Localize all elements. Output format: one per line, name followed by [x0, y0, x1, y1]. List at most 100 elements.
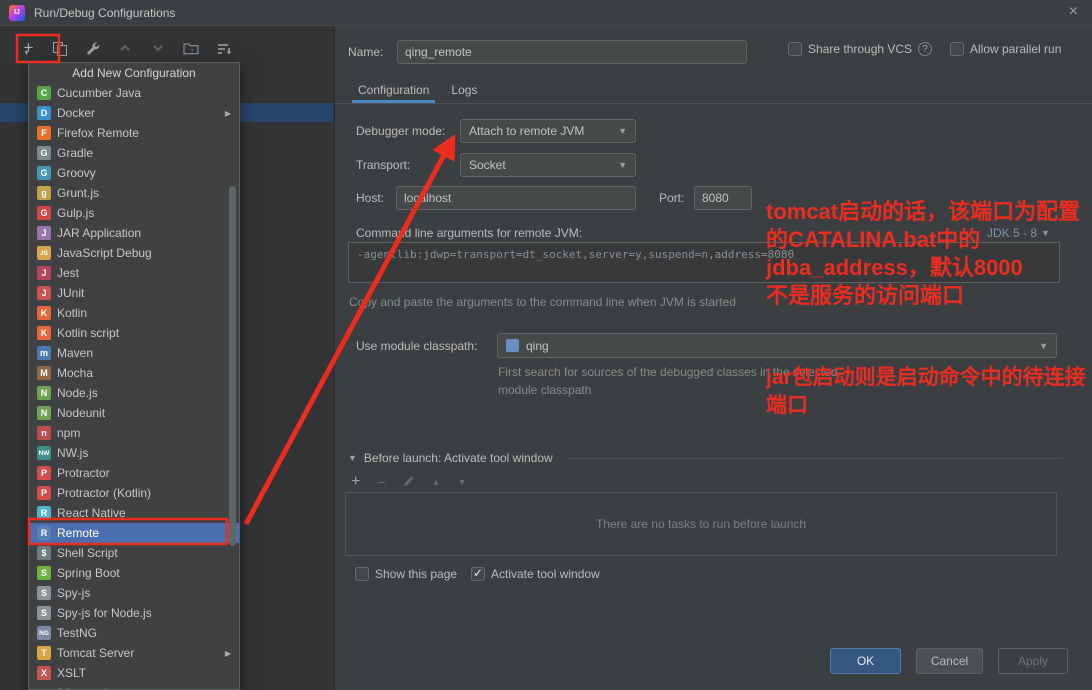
collapse-icon[interactable]: ▼	[348, 453, 357, 463]
jvm-args-value: -agentlib:jdwp=transport=dt_socket,serve…	[357, 248, 794, 261]
config-type-mocha[interactable]: MMocha	[29, 363, 239, 383]
before-launch-title: Before launch: Activate tool window	[364, 451, 553, 465]
divider	[566, 458, 1062, 459]
config-type-firefox-remote[interactable]: FFirefox Remote	[29, 123, 239, 143]
activate-tool-window-checkbox[interactable]	[471, 567, 485, 581]
move-down-button[interactable]	[148, 38, 168, 58]
config-type-docker[interactable]: DDocker▶	[29, 103, 239, 123]
allow-parallel-checkbox[interactable]	[950, 42, 964, 56]
jvm-args-field[interactable]: -agentlib:jdwp=transport=dt_socket,serve…	[348, 242, 1060, 283]
config-type-label: Nodeunit	[57, 406, 105, 420]
config-type-label: Jest	[57, 266, 79, 280]
config-type-label: Protractor	[57, 466, 110, 480]
config-type-kotlin[interactable]: KKotlin	[29, 303, 239, 323]
config-type-nw-js[interactable]: NWNW.js	[29, 443, 239, 463]
jdk-version-select[interactable]: JDK 5 - 8 ▼	[987, 226, 1050, 240]
task-down-button[interactable]: ▼	[457, 477, 466, 487]
edit-task-button[interactable]	[403, 474, 415, 490]
tab-configuration[interactable]: Configuration	[347, 78, 440, 103]
spring-boot-icon: S	[37, 566, 51, 580]
share-vcs-group[interactable]: Share through VCS ?	[788, 42, 932, 56]
activate-tool-window-group[interactable]: Activate tool window	[471, 567, 600, 581]
add-configuration-button[interactable]: +▾	[16, 38, 36, 58]
show-this-page-group[interactable]: Show this page	[355, 567, 457, 581]
dialog-title: Run/Debug Configurations	[34, 6, 175, 20]
config-type-label: XSLT	[57, 666, 86, 680]
config-type-xslt[interactable]: X XSLT	[29, 663, 239, 683]
config-type-grunt-js[interactable]: gGrunt.js	[29, 183, 239, 203]
maven-icon: m	[37, 346, 51, 360]
config-type-label: JavaScript Debug	[57, 246, 152, 260]
config-type-label: Grunt.js	[57, 186, 99, 200]
ok-button[interactable]: OK	[830, 648, 901, 674]
config-type-jar-application[interactable]: JJAR Application	[29, 223, 239, 243]
config-type-react-native[interactable]: RReact Native	[29, 503, 239, 523]
config-type-spring-boot[interactable]: SSpring Boot	[29, 563, 239, 583]
transport-select[interactable]: Socket ▼	[460, 153, 636, 177]
config-type-list: CCucumber JavaDDocker▶FFirefox RemoteGGr…	[29, 83, 239, 683]
config-type-protractor[interactable]: PProtractor	[29, 463, 239, 483]
port-input[interactable]	[694, 186, 752, 210]
config-type-shell-script[interactable]: $Shell Script	[29, 543, 239, 563]
task-up-button[interactable]: ▲	[432, 477, 441, 487]
add-task-button[interactable]: +	[351, 473, 360, 491]
protractor-kotlin-icon: P	[37, 486, 51, 500]
configuration-editor: Name: Share through VCS ? Allow parallel…	[335, 26, 1092, 690]
move-up-button[interactable]	[115, 38, 135, 58]
config-type-label: React Native	[57, 506, 126, 520]
config-type-protractor-kotlin[interactable]: PProtractor (Kotlin)	[29, 483, 239, 503]
remove-task-button[interactable]: −	[377, 474, 385, 490]
chevron-down-icon	[152, 42, 164, 54]
config-type-jest[interactable]: JJest	[29, 263, 239, 283]
share-vcs-checkbox[interactable]	[788, 42, 802, 56]
sort-configurations-button[interactable]	[214, 38, 234, 58]
config-type-javascript-debug[interactable]: JS JavaScript Debug	[29, 243, 239, 263]
config-type-node-js[interactable]: NNode.js	[29, 383, 239, 403]
help-icon[interactable]: ?	[918, 42, 932, 56]
config-type-junit[interactable]: JJUnit	[29, 283, 239, 303]
jdk-version-value: JDK 5 - 8	[987, 226, 1037, 240]
config-type-label: Cucumber Java	[57, 86, 141, 100]
port-label: Port:	[659, 191, 684, 205]
config-type-spy-js[interactable]: SSpy-js	[29, 583, 239, 603]
config-type-gradle[interactable]: GGradle	[29, 143, 239, 163]
cancel-button[interactable]: Cancel	[916, 648, 983, 674]
config-type-spy-js-for-node-js[interactable]: SSpy-js for Node.js	[29, 603, 239, 623]
allow-parallel-group[interactable]: Allow parallel run	[950, 42, 1061, 56]
more-items[interactable]: 26 more items...	[29, 683, 239, 690]
config-type-gulp-js[interactable]: GGulp.js	[29, 203, 239, 223]
javascript-debug-icon: JS	[37, 246, 51, 260]
close-icon[interactable]: ×	[1069, 3, 1078, 21]
host-input[interactable]	[396, 186, 636, 210]
name-input[interactable]	[397, 40, 747, 64]
config-type-label: Remote	[57, 526, 99, 540]
config-type-cucumber-java[interactable]: CCucumber Java	[29, 83, 239, 103]
tab-logs[interactable]: Logs	[440, 78, 488, 103]
config-type-testng[interactable]: NGTestNG	[29, 623, 239, 643]
add-new-configuration-popup: Add New Configuration CCucumber JavaDDoc…	[28, 62, 240, 690]
edit-templates-button[interactable]	[82, 38, 102, 58]
show-this-page-label: Show this page	[375, 567, 457, 581]
config-type-npm[interactable]: nnpm	[29, 423, 239, 443]
config-type-tomcat-server[interactable]: TTomcat Server▶	[29, 643, 239, 663]
module-classpath-select[interactable]: qing ▼	[497, 333, 1057, 358]
config-type-label: Node.js	[57, 386, 98, 400]
config-type-nodeunit[interactable]: NNodeunit	[29, 403, 239, 423]
popup-scrollbar[interactable]	[229, 186, 236, 546]
config-type-label: Kotlin	[57, 306, 87, 320]
apply-button[interactable]: Apply	[998, 648, 1068, 674]
copy-configuration-button[interactable]	[49, 38, 69, 58]
before-launch-header: ▼ Before launch: Activate tool window	[348, 451, 1062, 465]
create-folder-button[interactable]	[181, 38, 201, 58]
gradle-icon: G	[37, 146, 51, 160]
submenu-arrow-icon: ▶	[225, 649, 231, 658]
config-type-groovy[interactable]: GGroovy	[29, 163, 239, 183]
config-type-maven[interactable]: mMaven	[29, 343, 239, 363]
xslt-icon: X	[37, 666, 51, 680]
config-type-remote[interactable]: RRemote	[29, 523, 239, 543]
show-this-page-checkbox[interactable]	[355, 567, 369, 581]
config-type-kotlin-script[interactable]: KKotlin script	[29, 323, 239, 343]
debugger-mode-select[interactable]: Attach to remote JVM ▼	[460, 119, 636, 143]
before-launch-toolbar: + − ▲ ▼	[351, 473, 466, 491]
share-vcs-label: Share through VCS	[808, 42, 912, 56]
